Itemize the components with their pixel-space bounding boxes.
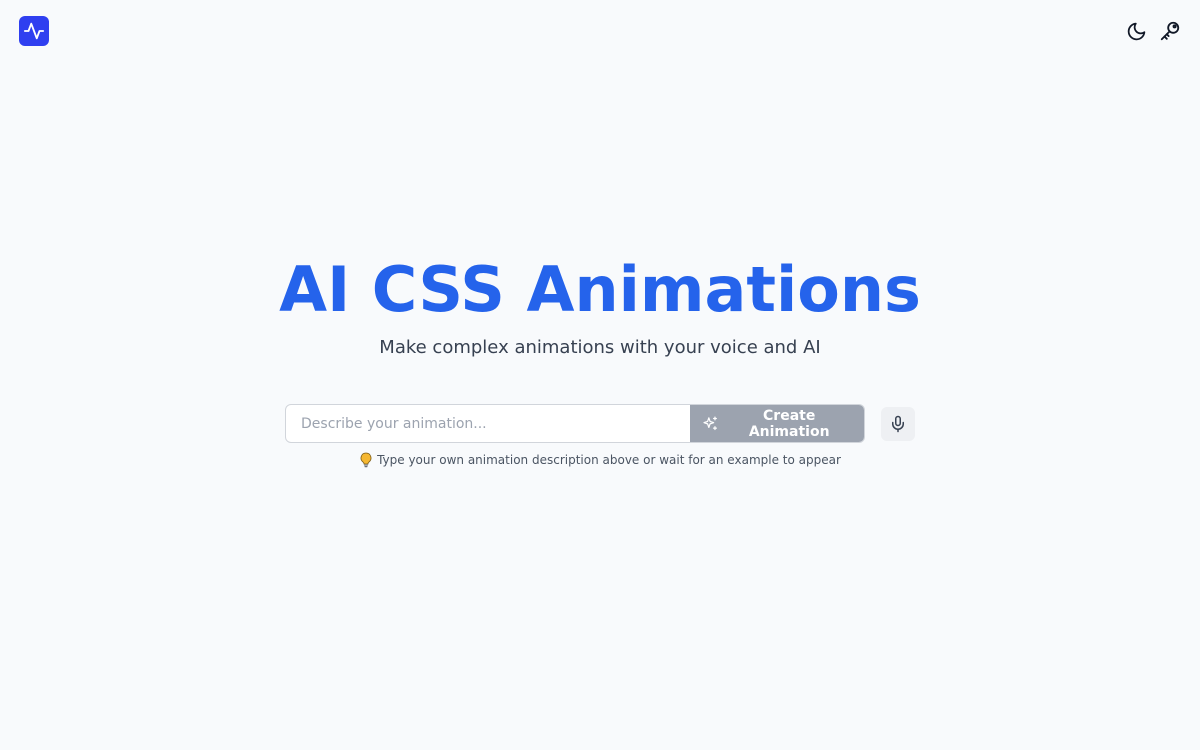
- moon-icon: [1127, 22, 1145, 40]
- top-actions: [1125, 20, 1181, 42]
- app-logo[interactable]: [19, 16, 49, 46]
- app-root: AI CSS Animations Make complex animation…: [0, 0, 1200, 750]
- microphone-icon: [892, 415, 904, 432]
- dark-mode-toggle-button[interactable]: [1125, 20, 1147, 42]
- lightbulb-icon: [360, 452, 372, 468]
- page-title: AI CSS Animations: [279, 253, 921, 326]
- voice-input-button[interactable]: [881, 406, 915, 441]
- animation-description-input[interactable]: [286, 405, 690, 442]
- hint-text: Type your own animation description abov…: [377, 453, 841, 467]
- api-key-button[interactable]: [1159, 20, 1181, 42]
- create-animation-button[interactable]: Create Animation: [690, 405, 864, 442]
- prompt-row: Create Animation: [285, 404, 915, 443]
- create-animation-label: Create Animation: [748, 407, 830, 440]
- prompt-group: Create Animation: [285, 404, 865, 443]
- activity-pulse-icon: [23, 22, 45, 40]
- hint-row: Type your own animation description abov…: [0, 452, 1200, 468]
- sparkles-icon: [703, 416, 717, 430]
- key-icon: [1160, 21, 1180, 41]
- page-subtitle: Make complex animations with your voice …: [379, 337, 821, 358]
